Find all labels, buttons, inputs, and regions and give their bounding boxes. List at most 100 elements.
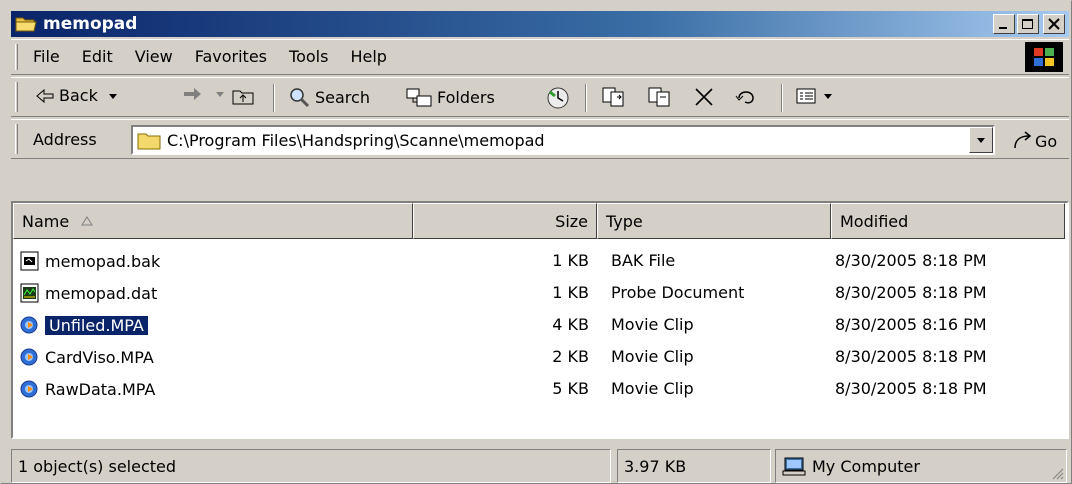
history-button[interactable]: [545, 86, 575, 110]
my-computer-icon: [782, 457, 806, 476]
column-headers: Name Size Type Modified: [13, 203, 1067, 239]
file-type: Movie Clip: [611, 315, 694, 334]
file-size: 1 KB: [552, 283, 589, 302]
close-button[interactable]: [1043, 14, 1065, 34]
file-name-cell[interactable]: Unfiled.MPA: [19, 315, 148, 335]
file-type: Probe Document: [611, 283, 745, 302]
probe-doc-icon: [20, 283, 39, 303]
file-modified: 8/30/2005 8:18 PM: [835, 283, 987, 302]
file-name: Unfiled.MPA: [45, 315, 148, 335]
toolbar-separator: [585, 84, 587, 112]
column-header-modified[interactable]: Modified: [831, 203, 1065, 239]
address-label: Address: [33, 130, 97, 149]
address-path: C:\Program Files\Handspring\Scanne\memop…: [167, 130, 545, 150]
up-folder-icon: [232, 90, 254, 105]
standard-toolbar: Back Search Folders: [11, 77, 1069, 117]
menu-bar: File Edit View Favorites Tools Help: [11, 39, 1069, 75]
toolbar-separator: [781, 84, 783, 112]
column-type-label: Type: [606, 211, 643, 231]
file-modified: 8/30/2005 8:18 PM: [835, 347, 987, 366]
file-size: 4 KB: [552, 315, 589, 334]
menu-favorites[interactable]: Favorites: [195, 47, 267, 66]
resize-grip-icon[interactable]: [1050, 466, 1064, 480]
folder-open-icon: [15, 17, 37, 32]
chevron-down-icon: [977, 138, 985, 143]
column-header-size[interactable]: Size: [413, 203, 597, 239]
views-dropdown-icon[interactable]: [823, 92, 833, 100]
back-button[interactable]: Back: [35, 86, 122, 105]
status-bar: 1 object(s) selected 3.97 KB My Computer: [11, 449, 1069, 483]
delete-icon: [695, 88, 713, 106]
file-name: CardViso.MPA: [45, 347, 154, 367]
file-row[interactable]: RawData.MPA 5 KB Movie Clip 8/30/2005 8:…: [13, 375, 1063, 407]
sort-ascending-icon: [81, 216, 94, 226]
maximize-icon: [1022, 19, 1033, 29]
status-selection: 1 object(s) selected: [18, 456, 177, 476]
file-name-cell[interactable]: memopad.bak: [19, 251, 160, 271]
go-label: Go: [1035, 131, 1058, 151]
file-row[interactable]: CardViso.MPA 2 KB Movie Clip 8/30/2005 8…: [13, 343, 1063, 375]
file-name-cell[interactable]: CardViso.MPA: [19, 347, 154, 367]
address-field[interactable]: C:\Program Files\Handspring\Scanne\memop…: [131, 125, 995, 155]
toolbar-grip[interactable]: [15, 82, 18, 112]
move-to-button[interactable]: [601, 86, 631, 108]
folders-button[interactable]: Folders: [405, 86, 495, 108]
menu-file[interactable]: File: [33, 47, 60, 66]
undo-icon: [735, 91, 754, 104]
minimize-button[interactable]: [993, 14, 1015, 34]
menu-edit[interactable]: Edit: [82, 47, 113, 66]
movie-clip-icon: [20, 348, 38, 366]
column-header-type[interactable]: Type: [597, 203, 831, 239]
file-row[interactable]: Unfiled.MPA 4 KB Movie Clip 8/30/2005 8:…: [13, 311, 1063, 343]
file-size: 5 KB: [552, 379, 589, 398]
status-selection-panel: 1 object(s) selected: [11, 449, 611, 483]
forward-arrow-icon: [184, 88, 201, 100]
movie-clip-icon: [20, 380, 38, 398]
menu-view[interactable]: View: [135, 47, 173, 66]
views-button[interactable]: [795, 86, 837, 106]
copy-to-button[interactable]: [647, 86, 677, 108]
up-folder-button[interactable]: [231, 86, 259, 106]
file-name: memopad.dat: [45, 283, 158, 303]
toolbar-separator: [273, 84, 275, 112]
search-label: Search: [315, 87, 370, 107]
file-name: memopad.bak: [45, 251, 161, 271]
movie-clip-icon: [20, 316, 38, 334]
column-modified-label: Modified: [840, 211, 909, 231]
menu-grip[interactable]: [15, 44, 18, 70]
file-modified: 8/30/2005 8:18 PM: [835, 251, 987, 270]
bak-file-icon: [20, 251, 39, 271]
history-icon: [547, 87, 569, 109]
file-row[interactable]: memopad.dat 1 KB Probe Document 8/30/200…: [13, 279, 1063, 311]
menu-tools[interactable]: Tools: [289, 47, 328, 66]
address-grip[interactable]: [15, 124, 18, 154]
file-name-cell[interactable]: RawData.MPA: [19, 379, 155, 399]
file-type: BAK File: [611, 251, 676, 270]
menu-help[interactable]: Help: [350, 47, 386, 66]
delete-button[interactable]: [693, 86, 719, 108]
go-arrow-icon: [1014, 131, 1032, 149]
forward-dropdown-icon[interactable]: [215, 90, 225, 98]
address-dropdown-button[interactable]: [969, 127, 993, 153]
search-button[interactable]: Search: [287, 86, 370, 108]
views-icon: [796, 88, 816, 104]
window-title: memopad: [43, 14, 138, 34]
folders-icon: [406, 88, 432, 107]
file-modified: 8/30/2005 8:16 PM: [835, 315, 987, 334]
file-type: Movie Clip: [611, 379, 694, 398]
title-bar[interactable]: memopad: [11, 11, 1069, 37]
maximize-button[interactable]: [1017, 14, 1039, 34]
go-button[interactable]: Go: [1011, 130, 1057, 152]
file-size: 1 KB: [552, 251, 589, 270]
move-to-icon: [602, 87, 624, 107]
forward-button[interactable]: [181, 86, 229, 102]
back-dropdown-icon[interactable]: [108, 92, 118, 100]
file-type: Movie Clip: [611, 347, 694, 366]
file-row[interactable]: memopad.bak 1 KB BAK File 8/30/2005 8:18…: [13, 247, 1063, 279]
file-name: RawData.MPA: [45, 379, 156, 399]
close-icon: [1048, 18, 1060, 30]
file-name-cell[interactable]: memopad.dat: [19, 283, 157, 303]
windows-logo-icon: [1025, 42, 1063, 72]
column-header-name[interactable]: Name: [13, 203, 413, 239]
undo-button[interactable]: [735, 86, 763, 106]
